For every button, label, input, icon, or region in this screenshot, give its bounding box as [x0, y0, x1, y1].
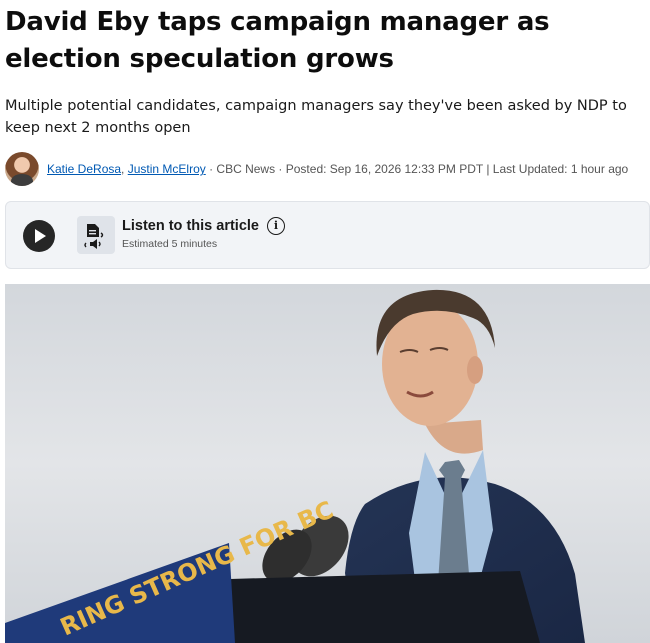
- listen-title: Listen to this article: [122, 218, 259, 234]
- text-to-speech-icon: [77, 216, 115, 254]
- info-icon[interactable]: i: [266, 217, 285, 235]
- podium: [230, 571, 540, 643]
- author-separator: ,: [121, 162, 128, 176]
- byline-meta: · CBC News · Posted: Sep 16, 2026 12:33 …: [205, 162, 629, 176]
- listen-to-article-panel: Listen to this article i Estimated 5 min…: [5, 201, 650, 269]
- text-to-speech-icon-graphic: [84, 224, 104, 249]
- article-deck: Multiple potential candidates, campaign …: [5, 98, 627, 136]
- lead-photo-graphic: RING STRONG FOR BC: [5, 284, 650, 643]
- author-link-2[interactable]: Justin McElroy: [128, 162, 206, 176]
- author-link-1[interactable]: Katie DeRosa: [47, 162, 121, 176]
- headline: David Eby taps campaign manager as elect…: [5, 7, 550, 74]
- byline-text: Katie DeRosa, Justin McElroy · CBC News …: [47, 162, 628, 176]
- author-avatar[interactable]: [5, 152, 39, 186]
- listen-estimate: Estimated 5 minutes: [122, 238, 218, 250]
- play-button[interactable]: [23, 220, 55, 252]
- lead-photo: RING STRONG FOR BC: [5, 284, 650, 643]
- listen-title-row: Listen to this article i: [122, 217, 285, 235]
- byline: Katie DeRosa, Justin McElroy · CBC News …: [5, 151, 650, 187]
